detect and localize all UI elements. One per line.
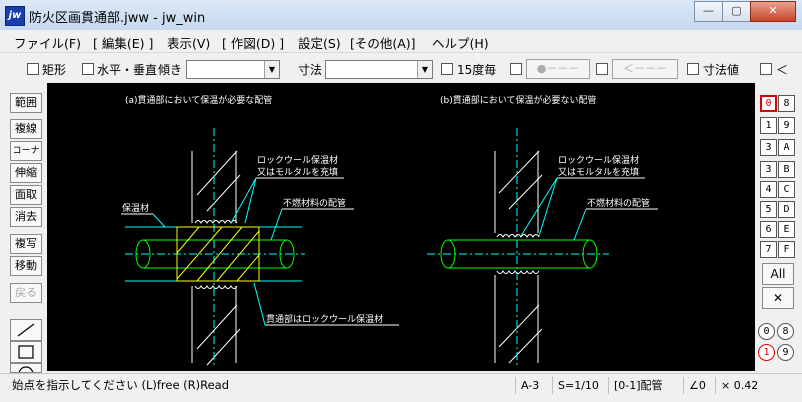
hv-label: 水平・垂直 (97, 63, 158, 77)
menu-help[interactable]: ヘルプ(H) (432, 33, 489, 52)
layer-c-button[interactable]: C (778, 181, 795, 198)
chevron-down-icon[interactable]: ▼ (264, 61, 279, 78)
dot-line-checkbox[interactable] (510, 63, 522, 75)
line-icon (17, 323, 35, 337)
minimize-button[interactable]: — (694, 1, 723, 22)
copy-button[interactable]: 複写 (10, 234, 42, 254)
drawing-canvas[interactable]: (a)貫通部において保温が必要な配管 (b)貫通部において保温が必要ない配管 ロ… (47, 83, 755, 371)
chamfer-button[interactable]: 面取 (10, 185, 42, 205)
layer-9-button[interactable]: 9 (778, 117, 795, 134)
group-1-button[interactable]: 1 (758, 344, 775, 361)
hv-checkbox[interactable] (82, 63, 94, 75)
layer-3-button[interactable]: 3 (760, 161, 777, 178)
undo-button[interactable]: 戻る (10, 283, 42, 303)
menu-edit[interactable]: [ 編集(E) ] (93, 33, 153, 52)
menu-view[interactable]: 表示(V) (167, 33, 210, 52)
layer-f-button[interactable]: F (778, 241, 795, 258)
label-rockwool-b: ロックウール保温材 (558, 154, 639, 166)
chevron-down-icon[interactable]: ▼ (417, 61, 432, 78)
group-8-button[interactable]: 8 (777, 323, 794, 340)
layer-1-button[interactable]: 1 (760, 117, 777, 134)
layer-display[interactable]: [0-1]配管 (608, 377, 686, 394)
zoom-display[interactable]: × 0.42 (715, 377, 781, 394)
angle-combo[interactable]: ▼ (186, 60, 280, 79)
label-penetration: 貫通部はロックウール保温材 (266, 313, 383, 325)
layer-0-button[interactable]: 0 (760, 95, 777, 112)
group-9-button[interactable]: 9 (777, 344, 794, 361)
dimension-label: 寸法 (298, 63, 323, 77)
layer-a-button[interactable]: A (778, 139, 795, 156)
layer-2-button[interactable]: 3 (760, 139, 777, 156)
title-b: (b)貫通部において保温が必要ない配管 (440, 94, 596, 106)
layer-8-button[interactable]: 8 (778, 95, 795, 112)
label-mortar-b: 又はモルタルを充填 (558, 166, 639, 178)
scale-display[interactable]: S=1/10 (552, 377, 611, 394)
group-0-button[interactable]: 0 (758, 323, 775, 340)
window-controls: — ▢ ✕ (694, 1, 796, 22)
layer-4-button[interactable]: 4 (760, 181, 777, 198)
deg15-checkbox[interactable] (441, 63, 453, 75)
angle-display[interactable]: ∠0 (683, 377, 719, 394)
layer-6-button[interactable]: 6 (760, 221, 777, 238)
drawing-b: ロックウール保温材 又はモルタルを充填 不燃材料の配管 (427, 128, 658, 366)
corner-button[interactable]: コーナー (10, 141, 42, 174)
label-insulation: 保温材 (122, 202, 149, 214)
line-tool-button[interactable] (10, 319, 42, 341)
close-button[interactable]: ✕ (750, 1, 796, 22)
menu-file[interactable]: ファイル(F) (14, 33, 81, 52)
label-mortar-a: 又はモルタルを充填 (257, 166, 338, 178)
layer-all-button[interactable]: All (762, 263, 794, 285)
circle-tool-button[interactable] (10, 363, 42, 373)
lt-checkbox[interactable] (760, 63, 772, 75)
dim-value-checkbox[interactable] (687, 63, 699, 75)
dim-value-label: 寸法値 (703, 63, 740, 77)
title-bar: jw 防火区画貫通部.jww - jw_win — ▢ ✕ (0, 0, 802, 31)
extend-button[interactable]: 伸縮 (10, 163, 42, 183)
rectangle-tool-button[interactable] (10, 341, 42, 363)
dot-line-button[interactable]: ●－－－ (526, 59, 590, 79)
deg15-label: 15度毎 (457, 63, 497, 77)
menu-other[interactable]: [その他(A)] (350, 33, 416, 52)
layer-e-button[interactable]: E (778, 221, 795, 238)
arrow-line-button[interactable]: ＜－－－ (612, 59, 678, 79)
control-toolbar: 矩形 水平・垂直 傾き ▼ 寸法 ▼ 15度毎 ●－－－ ＜－－－ 寸法値 ＜ (0, 52, 802, 84)
layer-b-button[interactable]: B (778, 161, 795, 178)
circle-icon (18, 366, 34, 372)
layer-panel: 0 8 1 9 3 A 3 B 4 C 5 D 6 E 7 F All ✕ 0 … (755, 83, 802, 371)
jw-app-icon[interactable]: jw (5, 6, 25, 26)
rect-label: 矩形 (42, 63, 67, 77)
layer-d-button[interactable]: D (778, 201, 795, 218)
angle-label: 傾き (158, 63, 183, 77)
erase-button[interactable]: 消去 (10, 207, 42, 227)
layer-cross-button[interactable]: ✕ (762, 287, 794, 309)
label-nonflam-b: 不燃材料の配管 (587, 197, 650, 209)
layer-5-button[interactable]: 5 (760, 201, 777, 218)
maximize-button[interactable]: ▢ (722, 1, 751, 22)
rect-checkbox[interactable] (27, 63, 39, 75)
arrow-line-checkbox[interactable] (596, 63, 608, 75)
menu-settings[interactable]: 設定(S) (298, 33, 341, 52)
move-button[interactable]: 移動 (10, 256, 42, 276)
label-rockwool-a: ロックウール保温材 (257, 154, 338, 166)
status-bar: 始点を指示してください (L)free (R)Read A-3 S=1/10 [… (0, 373, 802, 402)
menu-draw[interactable]: [ 作図(D) ] (222, 33, 284, 52)
left-toolbar: 範囲 複線 コーナー 伸縮 面取 消去 複写 移動 戻る (0, 83, 46, 373)
drawing-a: ロックウール保温材 又はモルタルを充填 保温材 不燃材料の配管 貫通部はロックウ… (121, 128, 399, 366)
range-button[interactable]: 範囲 (10, 93, 42, 113)
layer-7-button[interactable]: 7 (760, 241, 777, 258)
rectangle-icon (18, 345, 34, 359)
window-title: 防火区画貫通部.jww - jw_win (29, 11, 206, 26)
cad-drawing: (a)貫通部において保温が必要な配管 (b)貫通部において保温が必要ない配管 ロ… (121, 94, 658, 366)
menu-bar: ファイル(F) [ 編集(E) ] 表示(V) [ 作図(D) ] 設定(S) … (0, 30, 802, 51)
title-a: (a)貫通部において保温が必要な配管 (125, 94, 272, 106)
status-message: 始点を指示してください (L)free (R)Read (12, 378, 230, 392)
dimension-combo[interactable]: ▼ (325, 60, 433, 79)
offset-button[interactable]: 複線 (10, 119, 42, 139)
label-nonflam-a: 不燃材料の配管 (283, 197, 346, 209)
lt-label: ＜ (776, 63, 789, 77)
